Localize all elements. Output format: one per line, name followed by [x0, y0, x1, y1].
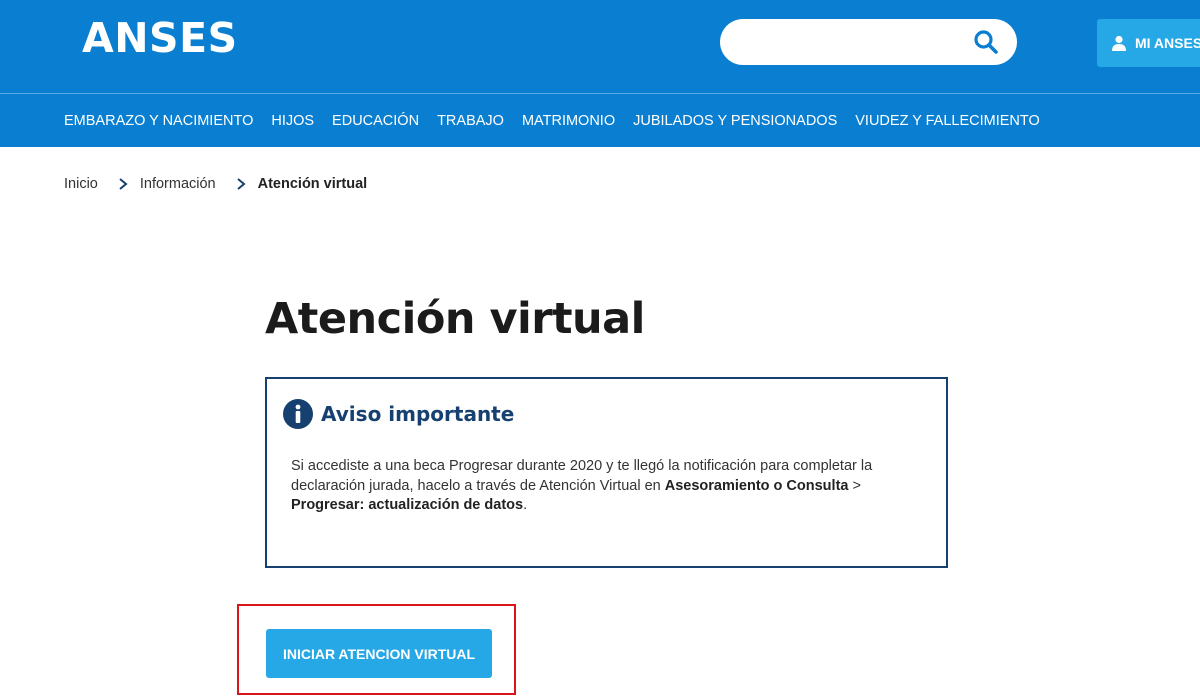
mi-anses-button[interactable]: MI ANSES [1097, 19, 1200, 67]
nav-item-trabajo[interactable]: TRABAJO [437, 113, 504, 129]
anses-logo[interactable]: ANSES [82, 18, 238, 59]
breadcrumb-informacion[interactable]: Información [140, 176, 216, 192]
notice-header: Aviso importante [283, 399, 514, 429]
nav-item-viudez[interactable]: VIUDEZ Y FALLECIMIENTO [855, 113, 1040, 129]
notice-text: Si accediste a una beca Progresar durant… [291, 457, 921, 516]
breadcrumb-current: Atención virtual [257, 176, 368, 192]
breadcrumb: Inicio Información Atención virtual [64, 176, 367, 192]
info-icon [283, 399, 313, 429]
search-icon[interactable] [973, 29, 999, 55]
page-title: Atención virtual [265, 294, 645, 344]
search-input[interactable] [738, 27, 972, 59]
site-header: ANSES MI ANSES [0, 0, 1200, 93]
chevron-right-icon [236, 178, 246, 190]
notice-text-separator: > [848, 477, 861, 494]
search-box [720, 19, 1017, 65]
notice-title: Aviso importante [321, 402, 515, 426]
nav-item-hijos[interactable]: HIJOS [271, 113, 314, 129]
notice-bold-option: Progresar: actualización de datos [291, 497, 524, 513]
notice-text-end: . [523, 497, 528, 513]
nav-item-jubilados[interactable]: JUBILADOS Y PENSIONADOS [633, 113, 837, 129]
nav-item-embarazo[interactable]: EMBARAZO Y NACIMIENTO [64, 113, 253, 129]
user-icon [1112, 35, 1126, 51]
chevron-right-icon [119, 178, 128, 190]
start-virtual-attention-button[interactable]: INICIAR ATENCION VIRTUAL [266, 629, 492, 678]
breadcrumb-inicio[interactable]: Inicio [64, 176, 98, 192]
nav-item-matrimonio[interactable]: MATRIMONIO [522, 113, 615, 129]
nav-item-educacion[interactable]: EDUCACIÓN [332, 113, 419, 129]
main-nav: EMBARAZO Y NACIMIENTO HIJOS EDUCACIÓN TR… [0, 94, 1200, 147]
mi-anses-label: MI ANSES [1135, 35, 1200, 51]
notice-box: Aviso importante Si accediste a una beca… [265, 377, 948, 568]
notice-bold-path: Asesoramiento o Consulta [664, 477, 849, 494]
